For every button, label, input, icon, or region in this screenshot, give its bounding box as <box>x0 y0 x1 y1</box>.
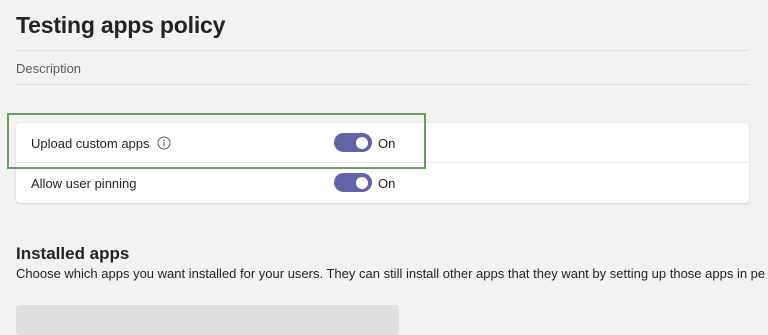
highlight-box <box>7 113 426 169</box>
installed-apps-box[interactable] <box>16 305 399 335</box>
setting-label-allow-user-pinning: Allow user pinning <box>31 176 137 191</box>
installed-apps-title: Installed apps <box>16 244 130 263</box>
description-divider <box>16 84 749 85</box>
title-divider <box>16 50 749 51</box>
installed-apps-description: Choose which apps you want installed for… <box>16 266 766 281</box>
toggle-state-label: On <box>378 176 396 191</box>
toggle-knob <box>356 176 368 189</box>
setting-row-allow-user-pinning: Allow user pinning On <box>16 163 749 203</box>
description-label[interactable]: Description <box>16 61 81 76</box>
allow-user-pinning-toggle[interactable] <box>334 173 372 192</box>
page-title: Testing apps policy <box>16 12 226 38</box>
